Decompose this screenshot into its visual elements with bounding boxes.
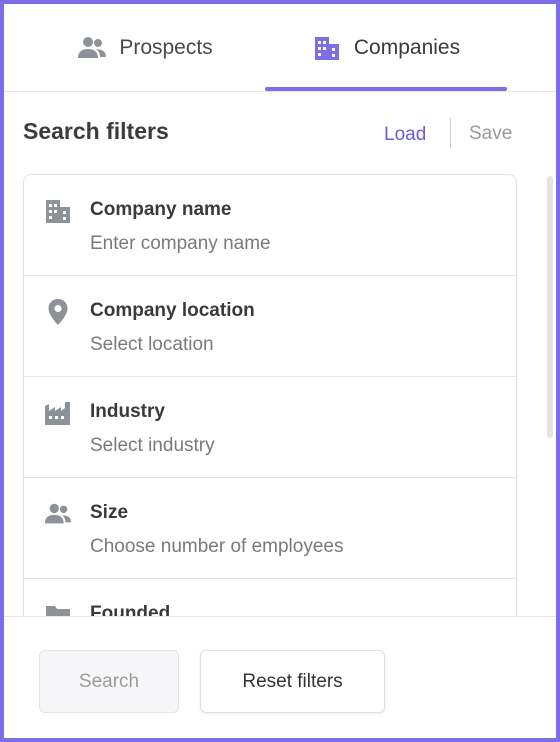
tab-companies-label: Companies bbox=[353, 36, 461, 59]
filter-company-location[interactable]: Company location Select location bbox=[24, 276, 516, 377]
tab-bar: Prospects Companies bbox=[4, 4, 556, 92]
filter-placeholder: Enter company name bbox=[90, 233, 271, 254]
tab-companies[interactable]: Companies bbox=[265, 4, 507, 92]
filters-list: Company name Enter company name Company … bbox=[23, 174, 517, 616]
filter-title: Industry bbox=[90, 401, 165, 422]
filter-placeholder: Select industry bbox=[90, 435, 215, 456]
active-tab-indicator bbox=[265, 87, 507, 91]
filter-title: Size bbox=[90, 502, 129, 523]
filter-founded[interactable]: Founded bbox=[24, 579, 516, 616]
filter-title: Founded bbox=[90, 603, 171, 616]
load-button[interactable]: Load bbox=[384, 124, 426, 146]
search-button[interactable]: Search bbox=[39, 650, 179, 713]
save-button[interactable]: Save bbox=[469, 123, 512, 145]
filter-title: Company location bbox=[90, 300, 255, 321]
page-title: Search filters bbox=[23, 118, 169, 144]
location-pin-icon bbox=[44, 298, 72, 326]
filter-size[interactable]: Size Choose number of employees bbox=[24, 478, 516, 579]
filters-panel: Prospects Companies Search filters Load … bbox=[0, 0, 560, 742]
people-icon bbox=[77, 33, 107, 63]
folder-icon bbox=[44, 601, 72, 616]
footer-actions: Search Reset filters bbox=[4, 616, 556, 738]
factory-icon bbox=[44, 399, 72, 427]
filter-placeholder: Select location bbox=[90, 334, 214, 355]
filter-placeholder: Choose number of employees bbox=[90, 536, 344, 557]
reset-filters-button[interactable]: Reset filters bbox=[200, 650, 385, 713]
filter-industry[interactable]: Industry Select industry bbox=[24, 377, 516, 478]
filter-title: Company name bbox=[90, 199, 232, 220]
tab-prospects-label: Prospects bbox=[119, 36, 213, 59]
filters-scroll-area[interactable]: Company name Enter company name Company … bbox=[4, 174, 556, 616]
tab-prospects[interactable]: Prospects bbox=[26, 4, 264, 92]
building-icon bbox=[44, 197, 72, 225]
filter-company-name[interactable]: Company name Enter company name bbox=[24, 175, 516, 276]
people-icon bbox=[44, 500, 72, 528]
header-divider bbox=[450, 118, 451, 148]
building-icon bbox=[312, 33, 342, 63]
scrollbar-thumb[interactable] bbox=[547, 176, 553, 438]
